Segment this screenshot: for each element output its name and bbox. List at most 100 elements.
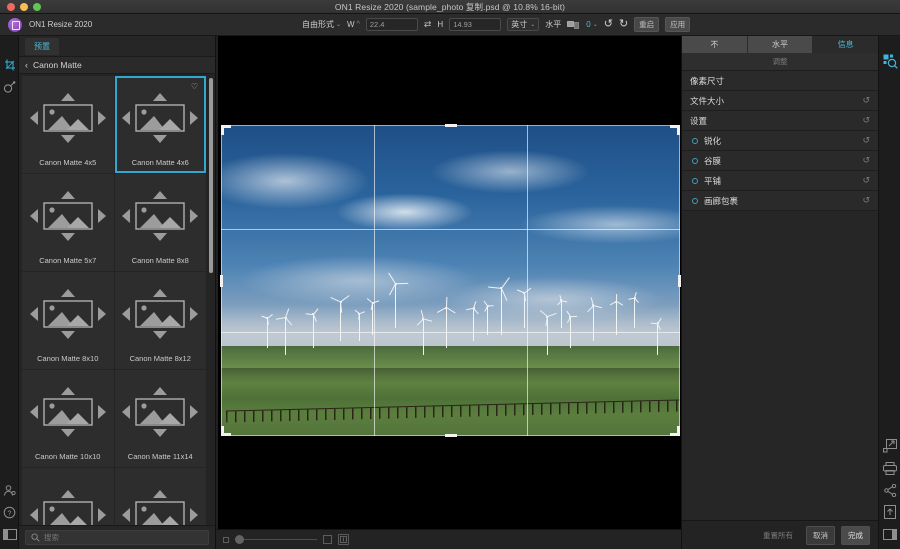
- info-panel-tab[interactable]: 信息: [813, 36, 879, 53]
- panel-action-button[interactable]: 取消: [806, 525, 835, 545]
- preset-item[interactable]: Canon Matte 4x5: [22, 76, 114, 173]
- reset-row-icon[interactable]: ↺: [862, 195, 870, 206]
- angle-dropdown[interactable]: 0 ⌄: [586, 20, 597, 29]
- help-icon[interactable]: ?: [0, 501, 19, 523]
- upload-icon[interactable]: [879, 501, 900, 523]
- preset-thumbnail: [117, 176, 205, 256]
- orientation-label: 水平: [545, 20, 562, 29]
- wind-turbine: [305, 307, 319, 349]
- enable-toggle-icon[interactable]: [692, 157, 698, 164]
- adjust-row[interactable]: 谷膜 ↺: [682, 151, 878, 171]
- zoom-tool-icon[interactable]: [0, 76, 19, 98]
- enable-toggle-icon[interactable]: [692, 197, 698, 204]
- preset-item[interactable]: Canon Matte 8x12: [114, 272, 206, 369]
- wind-turbine: [330, 295, 350, 342]
- wind-turbine: [650, 317, 662, 356]
- presets-scrollbar[interactable]: [209, 78, 213, 273]
- zoom-out-icon[interactable]: [223, 536, 229, 543]
- info-panel-tab[interactable]: 水平: [747, 36, 814, 53]
- reset-row-icon[interactable]: ↺: [862, 135, 870, 146]
- export-icon[interactable]: [879, 435, 900, 457]
- presets-scroll-area[interactable]: Canon Matte 4x5 ♡ Canon Matte 4x6 Canon M…: [19, 74, 215, 525]
- width-label-group: W ^: [347, 20, 360, 29]
- fit-to-screen-icon[interactable]: [338, 534, 349, 545]
- apply-button[interactable]: 应用: [665, 17, 691, 32]
- canvas-area[interactable]: [216, 36, 681, 549]
- search-input[interactable]: [44, 533, 203, 542]
- unit-dropdown[interactable]: 英寸 ⌄: [507, 18, 540, 31]
- wind-turbine: [539, 310, 557, 356]
- reset-row-icon[interactable]: ↺: [862, 155, 870, 166]
- preset-thumbnail-icon: [29, 387, 106, 437]
- wind-turbine: [416, 310, 433, 356]
- reset-row-icon[interactable]: ↺: [862, 95, 870, 106]
- adjust-row[interactable]: 平铺 ↺: [682, 171, 878, 191]
- on1-logo-icon: [8, 17, 22, 32]
- print-icon[interactable]: [879, 457, 900, 479]
- favorite-heart-icon[interactable]: ♡: [191, 82, 198, 91]
- adjust-row[interactable]: 锐化 ↺: [682, 131, 878, 151]
- crop-height-input[interactable]: [449, 18, 502, 31]
- preset-item[interactable]: ♡ Canon Matte 4x6: [114, 76, 206, 173]
- preset-item[interactable]: Canon Matte 8x10: [22, 272, 114, 369]
- wind-turbine: [566, 311, 578, 349]
- wind-turbine: [483, 300, 494, 335]
- toggle-right-panel-icon[interactable]: [879, 523, 900, 545]
- zoom-in-icon[interactable]: [323, 535, 332, 544]
- tab-presets[interactable]: 预置: [25, 37, 59, 55]
- reset-row-icon[interactable]: ↺: [862, 175, 870, 186]
- wind-turbine: [276, 308, 293, 356]
- preset-thumbnail-icon: [122, 489, 199, 525]
- adjust-row[interactable]: 像素尺寸: [682, 71, 878, 91]
- info-panel-tab[interactable]: 不: [682, 36, 748, 53]
- panel-action-button[interactable]: 重置所有: [756, 526, 800, 545]
- photo-image: [221, 125, 680, 436]
- zoom-slider[interactable]: [235, 535, 317, 544]
- preset-item[interactable]: [114, 468, 206, 525]
- navigator-zoom-icon[interactable]: [879, 50, 900, 72]
- panel-action-button[interactable]: 完成: [841, 525, 870, 545]
- aspect-lock-icon: ^: [356, 21, 360, 28]
- preset-thumbnail: [24, 372, 112, 452]
- breadcrumb[interactable]: ‹ Canon Matte: [19, 56, 215, 74]
- orientation-icon[interactable]: [567, 20, 580, 30]
- reset-button[interactable]: 重启: [634, 17, 660, 32]
- enable-toggle-icon[interactable]: [692, 137, 698, 144]
- search-box[interactable]: [25, 530, 209, 545]
- preset-item[interactable]: Canon Matte 8x8: [114, 174, 206, 271]
- preset-thumbnail: [117, 470, 205, 525]
- account-icon[interactable]: [0, 479, 19, 501]
- info-panel-actions: 重置所有 取消 完成: [682, 520, 878, 549]
- share-icon[interactable]: [879, 479, 900, 501]
- rotate-cw-icon[interactable]: ↻: [619, 19, 628, 30]
- preset-item[interactable]: Canon Matte 10x10: [22, 370, 114, 467]
- window-title: ON1 Resize 2020 (sample_photo 复制.psd @ 1…: [334, 1, 566, 12]
- adjust-row[interactable]: 文件大小 ↺: [682, 91, 878, 111]
- crop-tool-icon[interactable]: [0, 54, 19, 76]
- reset-row-icon[interactable]: ↺: [862, 115, 870, 126]
- width-label: W: [347, 20, 355, 29]
- wind-turbine: [609, 294, 623, 335]
- preset-item[interactable]: [22, 468, 114, 525]
- field-shadow-layer: [221, 367, 680, 384]
- adjust-row-label: 画廊包裹: [704, 195, 739, 206]
- zoom-slider-knob[interactable]: [235, 535, 244, 544]
- preset-item[interactable]: Canon Matte 5x7: [22, 174, 114, 271]
- window-titlebar: ON1 Resize 2020 (sample_photo 复制.psd @ 1…: [0, 0, 900, 14]
- swap-dimensions-icon[interactable]: ⇄: [424, 19, 432, 30]
- enable-toggle-icon[interactable]: [692, 177, 698, 184]
- presets-panel: 预置 ‹ Canon Matte Canon Matte 4x5 ♡ Canon …: [19, 36, 216, 549]
- adjust-row-label: 谷膜: [704, 155, 722, 166]
- preset-thumbnail-icon: [122, 191, 199, 241]
- back-chevron-icon[interactable]: ‹: [25, 60, 28, 70]
- wind-turbine: [466, 301, 480, 342]
- adjust-row[interactable]: 画廊包裹 ↺: [682, 191, 878, 211]
- crop-mode-dropdown[interactable]: 自由形式 ⌄: [302, 19, 341, 30]
- wind-turbine: [261, 313, 273, 349]
- adjust-row[interactable]: 设置 ↺: [682, 111, 878, 131]
- canvas-stage[interactable]: [218, 36, 681, 529]
- preset-item[interactable]: Canon Matte 11x14: [114, 370, 206, 467]
- toggle-left-panel-icon[interactable]: [0, 523, 19, 545]
- rotate-ccw-icon[interactable]: ↺: [604, 19, 613, 30]
- crop-width-input[interactable]: [365, 18, 418, 31]
